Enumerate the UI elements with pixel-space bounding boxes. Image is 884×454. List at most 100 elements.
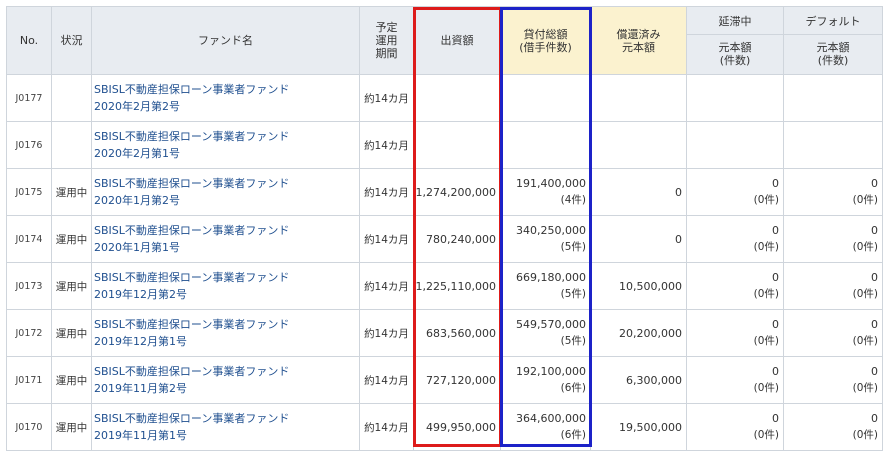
fund-name-line1: SBISL不動産担保ローン事業者ファンド xyxy=(94,365,290,378)
overdue-cell: 0 (0件) xyxy=(686,168,784,216)
default-principal: 0 xyxy=(871,177,878,190)
default-count: (0件) xyxy=(852,241,878,253)
loan-borrower-count: (5件) xyxy=(560,335,586,347)
fund-name-link[interactable]: SBISL不動産担保ローン事業者ファンド 2020年2月第1号 xyxy=(91,121,360,169)
header-default-title: デフォルト xyxy=(805,14,861,28)
table-row: J0175 運用中 SBISL不動産担保ローン事業者ファンド 2020年1月第2… xyxy=(6,168,883,216)
overdue-cell: 0 (0件) xyxy=(686,215,784,263)
investment-amount: 727,120,000 xyxy=(413,356,501,404)
header-fund-name: ファンド名 xyxy=(91,6,360,75)
fund-name-link[interactable]: SBISL不動産担保ローン事業者ファンド 2020年1月第1号 xyxy=(91,215,360,263)
default-cell: 0 (0件) xyxy=(783,168,883,216)
header-repaid-line1: 償還済み xyxy=(616,27,661,41)
investment-amount: 1,274,200,000 xyxy=(413,168,501,216)
fund-name-link[interactable]: SBISL不動産担保ローン事業者ファンド 2019年12月第2号 xyxy=(91,262,360,310)
repaid-principal: 6,300,000 xyxy=(590,356,687,404)
header-row: No. 状況 ファンド名 予定 運用 期間 出資額 貸付総額 (借手件数) 償還… xyxy=(6,6,883,75)
header-period-line1: 予定 xyxy=(375,21,398,34)
header-default-sub-line2: (件数) xyxy=(817,53,849,67)
header-status: 状況 xyxy=(51,6,92,75)
header-period-line2: 運用 xyxy=(375,34,398,47)
fund-status xyxy=(51,74,92,122)
loan-total-amount: 549,570,000 xyxy=(516,318,586,331)
investment-amount: 499,950,000 xyxy=(413,403,501,451)
header-overdue-sub: 元本額 (件数) xyxy=(687,33,783,67)
overdue-count: (0件) xyxy=(753,288,779,300)
fund-name-link[interactable]: SBISL不動産担保ローン事業者ファンド 2020年1月第2号 xyxy=(91,168,360,216)
fund-name-line2: 2019年11月第1号 xyxy=(94,429,187,442)
fund-number: J0171 xyxy=(6,356,52,404)
header-no: No. xyxy=(6,6,52,75)
overdue-count: (0件) xyxy=(753,382,779,394)
investment-amount xyxy=(413,121,501,169)
table-row: J0170 運用中 SBISL不動産担保ローン事業者ファンド 2019年11月第… xyxy=(6,403,883,451)
fund-period: 約14カ月 xyxy=(359,168,414,216)
fund-status: 運用中 xyxy=(51,403,92,451)
fund-status: 運用中 xyxy=(51,168,92,216)
investment-amount: 780,240,000 xyxy=(413,215,501,263)
fund-number: J0175 xyxy=(6,168,52,216)
header-default-sub: 元本額 (件数) xyxy=(784,33,882,67)
fund-number: J0176 xyxy=(6,121,52,169)
default-count: (0件) xyxy=(852,382,878,394)
loan-total-cell: 340,250,000 (5件) xyxy=(500,215,591,263)
loan-total-amount: 191,400,000 xyxy=(516,177,586,190)
loan-total-cell: 191,400,000 (4件) xyxy=(500,168,591,216)
fund-status: 運用中 xyxy=(51,215,92,263)
loan-total-cell: 669,180,000 (5件) xyxy=(500,262,591,310)
loan-borrower-count: (5件) xyxy=(560,241,586,253)
overdue-cell: 0 (0件) xyxy=(686,262,784,310)
header-repaid-line2: 元本額 xyxy=(622,40,655,54)
default-cell: 0 (0件) xyxy=(783,262,883,310)
loan-total-cell: 549,570,000 (5件) xyxy=(500,309,591,357)
overdue-principal: 0 xyxy=(772,318,779,331)
table-row: J0173 運用中 SBISL不動産担保ローン事業者ファンド 2019年12月第… xyxy=(6,262,883,310)
default-cell: 0 (0件) xyxy=(783,215,883,263)
header-overdue-sub-line2: (件数) xyxy=(719,53,751,67)
overdue-principal: 0 xyxy=(772,177,779,190)
header-overdue: 延滞中 元本額 (件数) xyxy=(686,6,784,75)
fund-period: 約14カ月 xyxy=(359,262,414,310)
fund-name-line1: SBISL不動産担保ローン事業者ファンド xyxy=(94,412,290,425)
header-loan-line2: (借手件数) xyxy=(519,40,572,54)
default-principal: 0 xyxy=(871,224,878,237)
overdue-principal: 0 xyxy=(772,365,779,378)
fund-name-link[interactable]: SBISL不動産担保ローン事業者ファンド 2019年11月第2号 xyxy=(91,356,360,404)
default-principal: 0 xyxy=(871,365,878,378)
loan-total-amount: 364,600,000 xyxy=(516,412,586,425)
fund-period: 約14カ月 xyxy=(359,74,414,122)
header-overdue-sub-line1: 元本額 xyxy=(718,40,752,54)
overdue-cell: 0 (0件) xyxy=(686,356,784,404)
repaid-principal: 0 xyxy=(590,168,687,216)
default-principal: 0 xyxy=(871,412,878,425)
default-cell xyxy=(783,74,883,122)
default-count: (0件) xyxy=(852,335,878,347)
header-overdue-title: 延滞中 xyxy=(718,14,752,28)
fund-name-link[interactable]: SBISL不動産担保ローン事業者ファンド 2019年12月第1号 xyxy=(91,309,360,357)
fund-name-line2: 2020年2月第1号 xyxy=(94,147,180,160)
loan-total-cell: 364,600,000 (6件) xyxy=(500,403,591,451)
table-row: J0176 SBISL不動産担保ローン事業者ファンド 2020年2月第1号 約1… xyxy=(6,121,883,169)
fund-name-link[interactable]: SBISL不動産担保ローン事業者ファンド 2020年2月第2号 xyxy=(91,74,360,122)
loan-total-amount: 340,250,000 xyxy=(516,224,586,237)
fund-number: J0173 xyxy=(6,262,52,310)
header-loan-total: 貸付総額 (借手件数) xyxy=(500,6,591,75)
fund-name-line2: 2019年12月第1号 xyxy=(94,335,187,348)
fund-period: 約14カ月 xyxy=(359,356,414,404)
fund-name-link[interactable]: SBISL不動産担保ローン事業者ファンド 2019年11月第1号 xyxy=(91,403,360,451)
fund-period: 約14カ月 xyxy=(359,215,414,263)
default-count: (0件) xyxy=(852,288,878,300)
table-row: J0171 運用中 SBISL不動産担保ローン事業者ファンド 2019年11月第… xyxy=(6,356,883,404)
fund-name-line1: SBISL不動産担保ローン事業者ファンド xyxy=(94,224,290,237)
header-period: 予定 運用 期間 xyxy=(359,6,414,75)
loan-total-amount: 669,180,000 xyxy=(516,271,586,284)
overdue-count: (0件) xyxy=(753,429,779,441)
fund-name-line1: SBISL不動産担保ローン事業者ファンド xyxy=(94,177,290,190)
fund-number: J0174 xyxy=(6,215,52,263)
fund-name-line2: 2020年1月第1号 xyxy=(94,241,180,254)
fund-status: 運用中 xyxy=(51,309,92,357)
overdue-cell xyxy=(686,121,784,169)
fund-number: J0170 xyxy=(6,403,52,451)
loan-total-cell: 192,100,000 (6件) xyxy=(500,356,591,404)
fund-name-line1: SBISL不動産担保ローン事業者ファンド xyxy=(94,83,290,96)
